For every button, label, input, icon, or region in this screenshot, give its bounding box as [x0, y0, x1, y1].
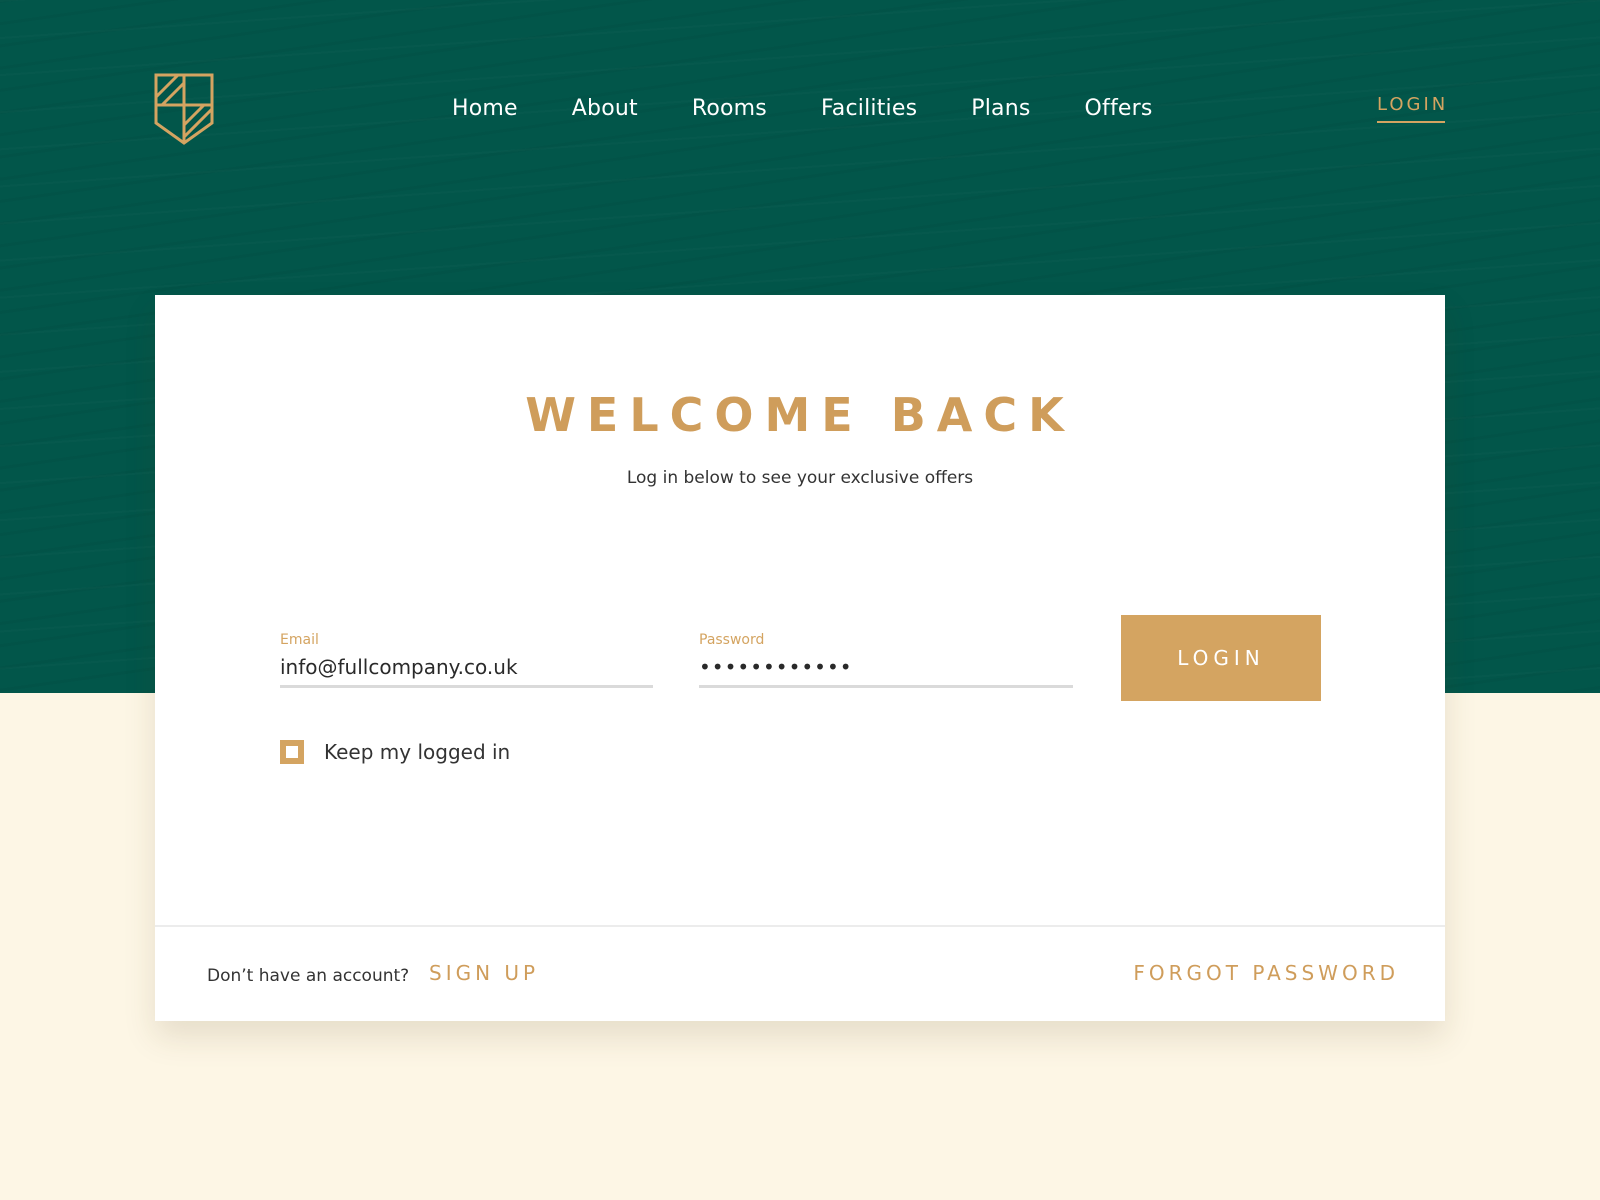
- nav-item-plans[interactable]: Plans: [971, 92, 1030, 126]
- shield-logo-icon[interactable]: [154, 73, 214, 145]
- nav-item-facilities[interactable]: Facilities: [821, 92, 917, 126]
- forgot-password-link[interactable]: FORGOT PASSWORD: [1133, 959, 1399, 987]
- sign-up-link[interactable]: SIGN UP: [429, 959, 539, 987]
- card-divider: [155, 925, 1445, 927]
- main-nav: Home About Rooms Facilities Plans Offers: [452, 92, 1153, 126]
- email-input[interactable]: [280, 648, 653, 688]
- nav-item-offers[interactable]: Offers: [1085, 92, 1153, 126]
- keep-logged-in-label[interactable]: Keep my logged in: [324, 738, 510, 766]
- password-label: Password: [699, 632, 765, 648]
- email-label: Email: [280, 632, 319, 648]
- password-input[interactable]: [699, 648, 1073, 688]
- page-title: WELCOME BACK: [525, 388, 1075, 442]
- nav-item-rooms[interactable]: Rooms: [692, 92, 767, 126]
- page-subtitle: Log in below to see your exclusive offer…: [626, 468, 974, 488]
- keep-logged-in-checkbox[interactable]: [280, 740, 304, 764]
- login-card: WELCOME BACK Log in below to see your ex…: [155, 295, 1445, 1021]
- no-account-text: Don’t have an account?: [207, 966, 410, 986]
- login-button[interactable]: LOGIN: [1121, 615, 1321, 701]
- header-login-underline: [1377, 121, 1445, 123]
- nav-item-about[interactable]: About: [572, 92, 638, 126]
- nav-item-home[interactable]: Home: [452, 92, 518, 126]
